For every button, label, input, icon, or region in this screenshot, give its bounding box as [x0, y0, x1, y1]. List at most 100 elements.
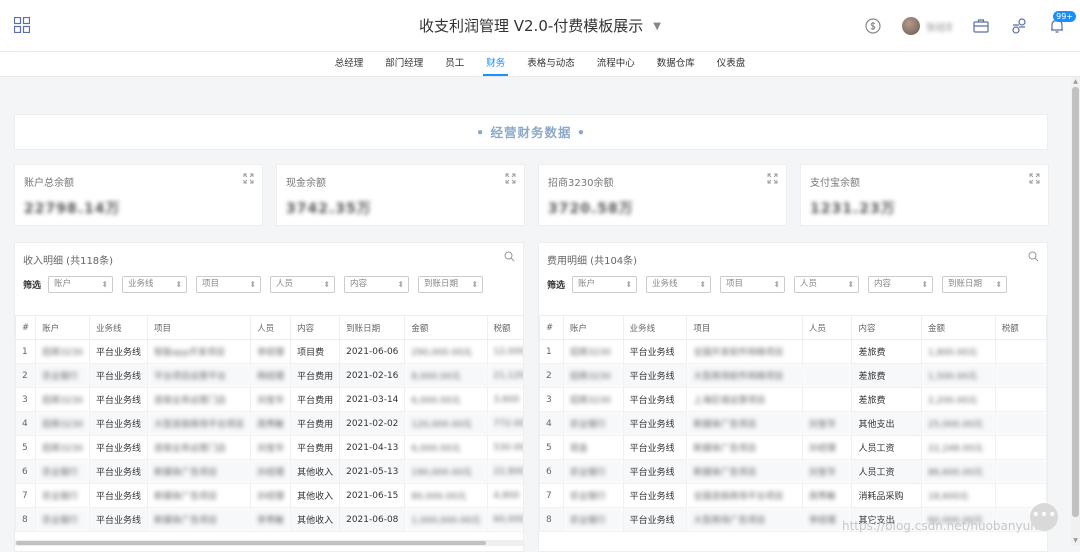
filter-project[interactable]: 项目	[720, 276, 786, 293]
table-cell: 4	[539, 411, 564, 436]
nav-item-tables[interactable]: 表格与动态	[516, 52, 586, 76]
expand-icon[interactable]	[767, 173, 778, 184]
col-project[interactable]: 项目	[686, 315, 803, 340]
table-row[interactable]: 1 招商3230 平台业务线 全国开发软件网络项目 差旅费 1,800.00元	[539, 339, 1047, 364]
table-cell: 86,600.00元	[921, 459, 996, 484]
table-row[interactable]: 5 现金 平台业务线 新媒体广告项目 孙经理 人员工资 22,248.00元	[539, 435, 1047, 460]
filter-project[interactable]: 项目	[196, 276, 262, 293]
col-project[interactable]: 项目	[147, 315, 252, 340]
filter-date[interactable]: 到账日期	[418, 276, 484, 293]
table-cell: 周秀敏	[801, 483, 853, 508]
filter-label: 筛选	[23, 281, 42, 291]
table-cell: 新媒体广告项目	[686, 435, 803, 460]
filter-account[interactable]: 账户	[572, 276, 638, 293]
col-person[interactable]: 人员	[250, 315, 292, 340]
col-tax[interactable]: 税额	[994, 315, 1047, 340]
dollar-circle-icon[interactable]	[864, 17, 882, 35]
filter-content[interactable]: 内容	[344, 276, 410, 293]
expand-icon[interactable]	[505, 173, 516, 184]
filter-account[interactable]: 账户	[48, 276, 114, 293]
scroll-up-icon[interactable]: ▲	[1072, 79, 1079, 85]
vertical-scrollbar[interactable]: ▲ ▼	[1071, 77, 1080, 546]
col-business-line[interactable]: 业务线	[622, 315, 688, 340]
filter-person[interactable]: 人员	[270, 276, 336, 293]
filter-business-line[interactable]: 业务线	[646, 276, 712, 293]
table-cell: 全国开发软件网络项目	[686, 339, 803, 364]
horizontal-scrollbar[interactable]	[14, 540, 524, 546]
income-title: 收入明细 (共118条)	[23, 256, 114, 267]
table-row[interactable]: 6 农业银行 平台业务线 新媒体广告项目 刘宝华 人员工资 86,600.00元	[539, 459, 1047, 484]
col-index[interactable]: #	[15, 315, 37, 340]
col-content[interactable]: 内容	[851, 315, 923, 340]
search-icon[interactable]	[504, 251, 515, 262]
table-cell: 孙经理	[250, 483, 292, 508]
table-cell: 2021-02-16	[339, 363, 406, 388]
col-index[interactable]: #	[539, 315, 564, 340]
nav-item-process[interactable]: 流程中心	[586, 52, 646, 76]
col-tax[interactable]: 税额	[486, 315, 523, 340]
table-cell: 刘宝华	[801, 459, 853, 484]
scrollbar-thumb[interactable]	[16, 541, 486, 545]
col-content[interactable]: 内容	[290, 315, 341, 340]
filter-content[interactable]: 内容	[868, 276, 934, 293]
expand-icon[interactable]	[1029, 173, 1040, 184]
table-cell: 农业银行	[35, 483, 91, 508]
table-cell: 2021-02-02	[339, 411, 406, 436]
table-row[interactable]: 7 农业银行 平台业务线 全国连锁商场平台项目 周秀敏 消耗品采购 18,600元	[539, 483, 1047, 508]
nav-item-dept-manager[interactable]: 部门经理	[374, 52, 434, 76]
table-cell: 项目费	[290, 339, 341, 364]
briefcase-icon[interactable]	[972, 17, 990, 35]
table-row[interactable]: 2 农业银行 平台业务线 平台项目运营平台 杨经理 平台费用 2021-02-16 8,000…	[15, 363, 523, 388]
table-cell: 杨经理	[250, 363, 292, 388]
nav-item-staff[interactable]: 员工	[434, 52, 475, 76]
col-date[interactable]: 到账日期	[339, 315, 406, 340]
table-cell: 平台费用	[290, 387, 341, 412]
nav-item-finance[interactable]: 财务	[475, 52, 516, 76]
user-menu[interactable]: 张经理	[902, 17, 952, 35]
col-account[interactable]: 账户	[562, 315, 624, 340]
table-cell: 5	[15, 435, 37, 460]
table-row[interactable]: 6 农业银行 平台业务线 新媒体广告项目 孙经理 其他收入 2021-05-13 190,00…	[15, 459, 523, 484]
filter-business-line[interactable]: 业务线	[122, 276, 188, 293]
table-row[interactable]: 8 农业银行 平台业务线 新媒体广告项目 李秀敏 其他收入 2021-06-08 1,000,…	[15, 507, 523, 532]
notifications[interactable]: 99+	[1048, 11, 1076, 35]
search-icon[interactable]	[1028, 251, 1039, 262]
nav-item-data-warehouse[interactable]: 数据仓库	[646, 52, 706, 76]
table-row[interactable]: 4 招商3230 平台业务线 大型连锁商场平台项目 周秀敏 平台费用 2021-02-02 1…	[15, 411, 523, 436]
table-cell: 差旅费	[851, 363, 923, 388]
table-row[interactable]: 4 农业银行 平台业务线 新媒体广告项目 刘宝华 其他支出 25,000.00元	[539, 411, 1047, 436]
table-cell: 农业银行	[562, 459, 624, 484]
filter-date[interactable]: 到账日期	[942, 276, 1008, 293]
scroll-down-icon[interactable]: ▼	[1072, 538, 1079, 544]
table-row[interactable]: 3 招商3230 平台业务线 上海区域运营项目 差旅费 2,200.00元	[539, 387, 1047, 412]
table-cell: 4	[15, 411, 37, 436]
col-person[interactable]: 人员	[801, 315, 853, 340]
table-row[interactable]: 3 招商3230 平台业务线 连锁业务运营门店 刘宝华 平台费用 2021-03-14 6,0…	[15, 387, 523, 412]
nav-item-general-manager[interactable]: 总经理	[324, 52, 375, 76]
table-row[interactable]: 7 农业银行 平台业务线 新媒体广告项目 孙经理 其他收入 2021-06-15 80,000…	[15, 483, 523, 508]
section-title: • 经营财务数据 •	[14, 114, 1048, 150]
card-label: 现金余额	[286, 178, 326, 189]
table-row[interactable]: 5 招商3230 平台业务线 连锁业务运营门店 刘宝华 平台费用 2021-04-13 6,0…	[15, 435, 523, 460]
nav-item-dashboard[interactable]: 仪表盘	[706, 52, 757, 76]
scrollbar-thumb[interactable]	[1072, 87, 1079, 517]
table-cell: 孙经理	[250, 459, 292, 484]
share-icon[interactable]	[1010, 17, 1028, 35]
app-title-text: 收支利润管理 V2.0-付费模板展示	[418, 17, 644, 35]
table-cell: 4,800	[486, 483, 523, 508]
col-account[interactable]: 账户	[35, 315, 91, 340]
table-cell: 大型商场广告项目	[686, 507, 803, 532]
filter-person[interactable]: 人员	[794, 276, 860, 293]
col-business-line[interactable]: 业务线	[89, 315, 149, 340]
stat-card-alipay: 支付宝余额 1231.23万	[800, 164, 1049, 226]
expand-icon[interactable]	[243, 173, 254, 184]
col-amount[interactable]: 金额	[404, 315, 488, 340]
income-panel: 收入明细 (共118条) 筛选 账户 业务线 项目 人员 内容 到账日期 # 账…	[14, 242, 524, 552]
table-row[interactable]: 2 招商3230 平台业务线 大型商场软件网络项目 差旅费 1,500.00元	[539, 363, 1047, 388]
card-value: 1231.23万	[810, 201, 896, 217]
col-amount[interactable]: 金额	[921, 315, 996, 340]
table-cell: 其他收入	[290, 459, 341, 484]
more-button[interactable]: •••	[1030, 503, 1058, 531]
table-cell: 5	[539, 435, 564, 460]
table-row[interactable]: 1 招商3230 平台业务线 智能app开发项目 李经理 项目费 2021-06-06 290…	[15, 339, 523, 364]
